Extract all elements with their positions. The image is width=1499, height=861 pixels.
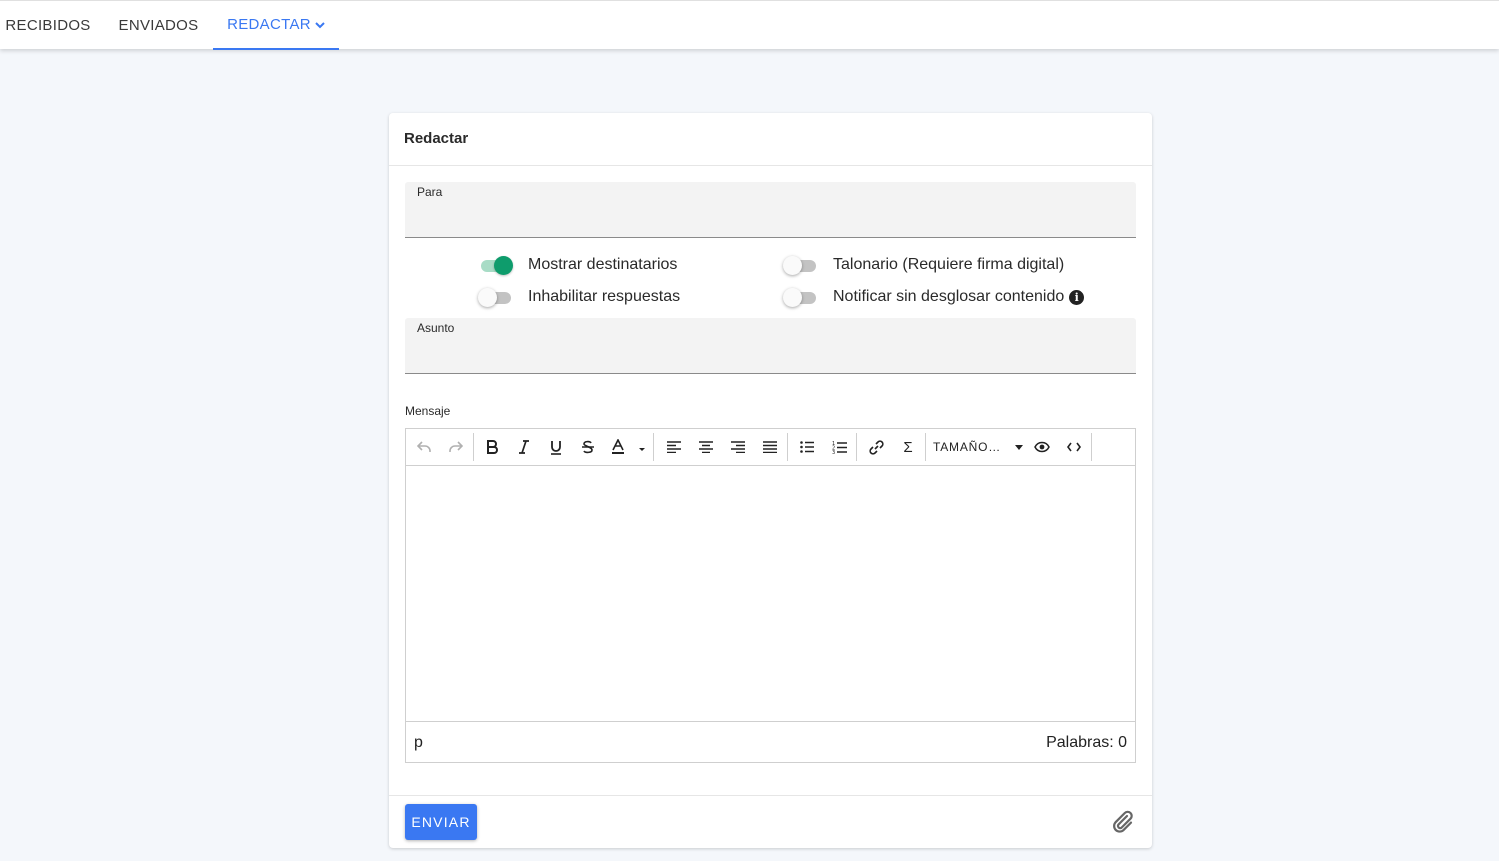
toggle-switch[interactable] [478,255,514,275]
link-icon[interactable] [862,433,890,461]
compose-card: Redactar Para Mostrar destinatarios Talo… [389,113,1152,848]
code-icon[interactable] [1060,433,1088,461]
rich-text-editor: 123 Σ TAMAÑO… p Palabras: 0 [405,428,1136,763]
align-center-icon[interactable] [692,433,720,461]
svg-text:3: 3 [832,450,835,454]
toolbar-separator [856,433,857,461]
top-nav: RECIBIDOS ENVIADOS REDACTAR [0,0,1499,50]
toolbar-separator [787,433,788,461]
switch-label: Talonario (Requiere firma digital) [833,256,1065,273]
align-right-icon[interactable] [724,433,752,461]
divider [389,795,1152,796]
preview-icon[interactable] [1028,433,1056,461]
switch-mostrar-destinatarios[interactable]: Mostrar destinatarios [478,255,677,275]
italic-icon[interactable] [510,433,538,461]
para-label: Para [417,185,443,199]
switch-notificar-sin-desglosar[interactable]: Notificar sin desglosar contenido i [783,287,1085,307]
tab-label: RECIBIDOS [5,17,91,34]
chevron-down-icon [315,16,325,33]
para-input[interactable] [417,204,1117,232]
divider [389,165,1152,166]
send-button[interactable]: ENVIAR [405,804,477,840]
mensaje-label: Mensaje [405,404,451,418]
bold-icon[interactable] [478,433,506,461]
toolbar-separator [653,433,654,461]
tab-enviados[interactable]: ENVIADOS [104,1,213,50]
para-field[interactable]: Para [405,182,1136,238]
switch-label: Inhabilitar respuestas [528,288,681,305]
caret-down-icon [1015,445,1023,450]
font-color-icon[interactable] [606,433,650,461]
paperclip-icon[interactable] [1110,809,1136,835]
toggle-switch[interactable] [783,287,819,307]
tab-label: REDACTAR [227,16,311,33]
asunto-label: Asunto [417,321,455,335]
asunto-field[interactable]: Asunto [405,318,1136,374]
underline-icon[interactable] [542,433,570,461]
strikethrough-icon[interactable] [574,433,602,461]
toolbar-separator [925,433,926,461]
element-path[interactable]: p [414,734,423,752]
align-left-icon[interactable] [660,433,688,461]
switch-talonario[interactable]: Talonario (Requiere firma digital) [783,255,1064,275]
editor-toolbar: 123 Σ TAMAÑO… [406,429,1135,466]
toggle-switch[interactable] [478,287,514,307]
align-justify-icon[interactable] [756,433,784,461]
switch-label: Notificar sin desglosar contenido [833,288,1065,305]
redo-icon[interactable] [442,433,470,461]
word-count: Palabras: 0 [1046,734,1127,751]
card-title: Redactar [404,130,469,147]
sigma-icon[interactable]: Σ [894,433,922,461]
info-icon[interactable]: i [1069,289,1085,305]
tab-redactar[interactable]: REDACTAR [213,1,339,50]
font-size-label: TAMAÑO… [933,440,1002,454]
switch-inhabilitar-respuestas[interactable]: Inhabilitar respuestas [478,287,680,307]
editor-content-area[interactable] [406,467,1135,721]
numbered-list-icon[interactable]: 123 [825,433,853,461]
asunto-input[interactable] [417,340,1117,368]
toolbar-separator [1091,433,1092,461]
toggle-switch[interactable] [783,255,819,275]
undo-icon[interactable] [410,433,438,461]
switch-label: Mostrar destinatarios [528,256,678,273]
toolbar-separator [473,433,474,461]
font-size-dropdown[interactable]: TAMAÑO… [933,433,1023,461]
editor-statusbar: p Palabras: 0 [406,721,1135,762]
tab-recibidos[interactable]: RECIBIDOS [0,1,96,50]
bullet-list-icon[interactable] [793,433,821,461]
tab-label: ENVIADOS [118,17,199,34]
